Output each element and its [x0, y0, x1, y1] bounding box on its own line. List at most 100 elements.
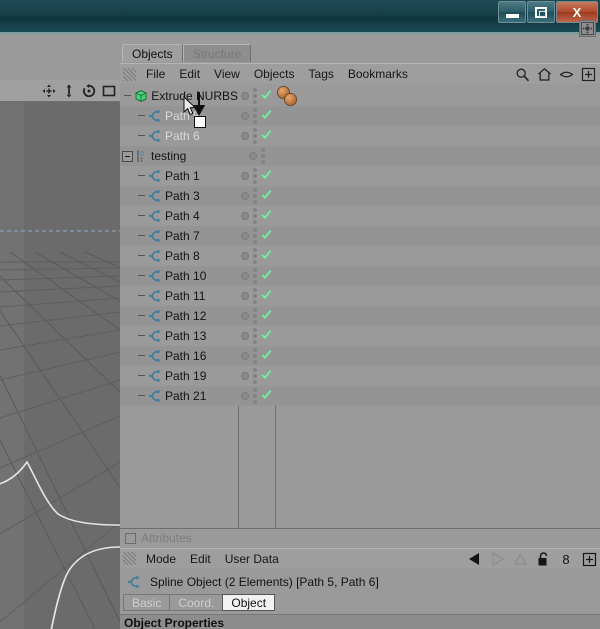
enabled-check-icon[interactable] — [261, 89, 272, 103]
editor-visibility-dot[interactable] — [241, 392, 249, 400]
plus-box-icon[interactable] — [580, 66, 596, 82]
render-visibility-dots[interactable] — [253, 388, 257, 404]
unlocked-padlock-icon[interactable] — [535, 551, 551, 567]
table-row[interactable]: Path 5 — [120, 106, 600, 126]
enabled-check-icon[interactable] — [261, 309, 272, 323]
visibility-cell[interactable] — [238, 306, 275, 326]
editor-visibility-dot[interactable] — [241, 312, 249, 320]
editor-visibility-dot[interactable] — [241, 252, 249, 260]
object-row-name-cell[interactable]: 0 testing — [120, 146, 238, 166]
home-icon[interactable] — [536, 66, 552, 82]
viewport-3d[interactable] — [0, 102, 120, 629]
render-visibility-dots[interactable] — [260, 148, 265, 164]
table-row[interactable]: Path 16 — [120, 346, 600, 366]
visibility-cell[interactable] — [238, 366, 275, 386]
object-row-name-cell[interactable]: Path 3 — [120, 186, 238, 206]
tag-cell[interactable] — [275, 146, 600, 166]
table-row[interactable]: Path 10 — [120, 266, 600, 286]
material-tag-icon[interactable] — [285, 94, 296, 105]
tab-structure[interactable]: Structure — [182, 44, 252, 62]
enabled-check-icon[interactable] — [261, 209, 272, 223]
menu-user-data[interactable]: User Data — [218, 549, 286, 569]
object-row-name-cell[interactable]: Path 7 — [120, 226, 238, 246]
object-row-name-cell[interactable]: Path 13 — [120, 326, 238, 346]
render-visibility-dots[interactable] — [253, 168, 257, 184]
object-row-name-cell[interactable]: Path 12 — [120, 306, 238, 326]
menu-objects[interactable]: Objects — [247, 64, 302, 84]
render-visibility-dots[interactable] — [253, 128, 257, 144]
render-visibility-dots[interactable] — [253, 208, 257, 224]
menu-file[interactable]: File — [139, 64, 172, 84]
object-row-name-cell[interactable]: Path 5 — [120, 106, 238, 126]
editor-visibility-dot[interactable] — [241, 132, 249, 140]
editor-visibility-dot[interactable] — [241, 172, 249, 180]
visibility-cell[interactable] — [238, 266, 275, 286]
visibility-cell[interactable] — [238, 286, 275, 306]
tag-cell[interactable] — [275, 106, 600, 126]
zoom-icon[interactable] — [61, 83, 76, 98]
object-row-name-cell[interactable]: Extrude NURBS — [120, 86, 238, 106]
enabled-check-icon[interactable] — [261, 269, 272, 283]
object-row-name-cell[interactable]: Path 16 — [120, 346, 238, 366]
editor-visibility-dot[interactable] — [241, 372, 249, 380]
attributes-checkbox[interactable] — [125, 532, 136, 544]
table-row[interactable]: Path 19 — [120, 366, 600, 386]
table-row[interactable]: Path 4 — [120, 206, 600, 226]
enabled-check-icon[interactable] — [261, 289, 272, 303]
enabled-check-icon[interactable] — [261, 369, 272, 383]
tag-cell[interactable] — [275, 386, 600, 406]
back-arrow-icon[interactable] — [466, 551, 482, 567]
table-row[interactable]: Path 8 — [120, 246, 600, 266]
render-visibility-dots[interactable] — [253, 268, 257, 284]
enabled-check-icon[interactable] — [261, 189, 272, 203]
rotate-icon[interactable] — [81, 83, 96, 98]
object-row-name-cell[interactable]: Path 19 — [120, 366, 238, 386]
menu-view[interactable]: View — [207, 64, 247, 84]
visibility-cell[interactable] — [238, 326, 275, 346]
tag-cell[interactable] — [275, 86, 600, 106]
objects-manager-body[interactable]: Extrude NURBS Path 5 Path 6 0 testing Path 1 P… — [120, 86, 600, 528]
enabled-check-icon[interactable] — [261, 329, 272, 343]
object-row-name-cell[interactable]: Path 8 — [120, 246, 238, 266]
table-row[interactable]: Path 13 — [120, 326, 600, 346]
enabled-check-icon[interactable] — [261, 169, 272, 183]
tag-cell[interactable] — [275, 326, 600, 346]
render-visibility-dots[interactable] — [253, 88, 257, 104]
plus-box-icon[interactable] — [581, 551, 597, 567]
tag-cell[interactable] — [275, 366, 600, 386]
render-visibility-dots[interactable] — [253, 108, 257, 124]
visibility-cell[interactable] — [238, 146, 275, 166]
visibility-cell[interactable] — [238, 346, 275, 366]
enabled-check-icon[interactable] — [261, 349, 272, 363]
visibility-cell[interactable] — [238, 246, 275, 266]
tag-cell[interactable] — [275, 246, 600, 266]
tab-objects[interactable]: Objects — [122, 44, 183, 62]
restore-button[interactable] — [527, 1, 555, 23]
table-row[interactable]: Path 1 — [120, 166, 600, 186]
render-visibility-dots[interactable] — [253, 328, 257, 344]
table-row[interactable]: Path 7 — [120, 226, 600, 246]
table-row[interactable]: Path 11 — [120, 286, 600, 306]
pan-icon[interactable] — [41, 83, 56, 98]
maximize-viewport-icon[interactable] — [101, 83, 116, 98]
tab-coord[interactable]: Coord. — [169, 594, 224, 611]
editor-visibility-dot[interactable] — [241, 292, 249, 300]
enabled-check-icon[interactable] — [261, 109, 272, 123]
up-arrow-icon[interactable] — [512, 551, 528, 567]
tag-cell[interactable] — [275, 126, 600, 146]
editor-visibility-dot[interactable] — [241, 92, 249, 100]
menu-bookmarks[interactable]: Bookmarks — [341, 64, 415, 84]
table-row[interactable]: Path 21 — [120, 386, 600, 406]
editor-visibility-dot[interactable] — [241, 332, 249, 340]
editor-visibility-dot[interactable] — [241, 272, 249, 280]
object-row-name-cell[interactable]: Path 10 — [120, 266, 238, 286]
enabled-check-icon[interactable] — [261, 129, 272, 143]
render-visibility-dots[interactable] — [253, 188, 257, 204]
visibility-cell[interactable] — [238, 166, 275, 186]
menu-edit[interactable]: Edit — [183, 549, 218, 569]
enabled-check-icon[interactable] — [261, 249, 272, 263]
tag-cell[interactable] — [275, 206, 600, 226]
editor-visibility-dot[interactable] — [241, 112, 249, 120]
object-row-name-cell[interactable]: Path 11 — [120, 286, 238, 306]
object-tree[interactable]: Extrude NURBS Path 5 Path 6 0 testing Path 1 P… — [120, 86, 600, 406]
